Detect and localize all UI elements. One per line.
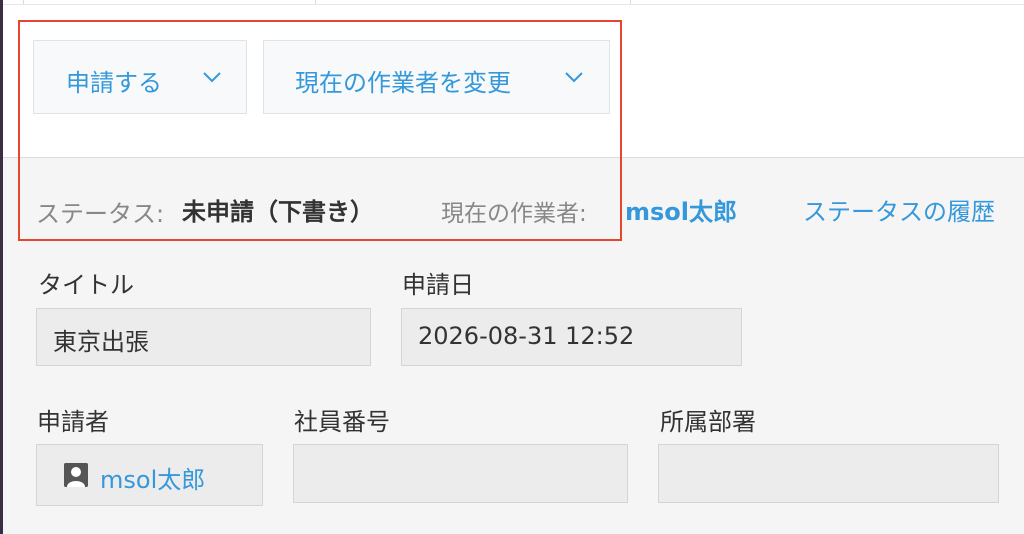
application-date-label: 申請日 — [402, 271, 474, 299]
applicant-field: msol太郎 — [36, 444, 263, 506]
top-divider — [3, 0, 1024, 5]
status-history-link[interactable]: ステータスの履歴 — [803, 192, 995, 227]
chevron-down-icon — [565, 72, 583, 83]
change-worker-button-label: 現在の作業者を変更 — [295, 69, 511, 97]
department-field — [658, 444, 999, 503]
title-label: タイトル — [38, 271, 134, 299]
divider-tick — [23, 0, 24, 4]
department-label: 所属部署 — [660, 408, 756, 436]
employee-number-field — [293, 444, 628, 503]
user-icon — [64, 463, 88, 487]
status-label: ステータス: — [36, 200, 165, 228]
title-value: 東京出張 — [53, 328, 149, 356]
status-value: 未申請（下書き） — [182, 198, 374, 226]
current-worker-link[interactable]: msol太郎 — [625, 192, 737, 227]
application-date-field: 2026-08-31 12:52 — [401, 308, 742, 366]
application-date-value: 2026-08-31 12:52 — [418, 322, 635, 350]
apply-button-label: 申請する — [66, 69, 162, 97]
employee-number-label: 社員番号 — [294, 408, 390, 436]
title-field: 東京出張 — [36, 308, 371, 366]
chevron-down-icon — [203, 72, 221, 83]
divider-tick — [315, 0, 316, 4]
current-worker-label: 現在の作業者: — [441, 201, 587, 227]
applicant-user-link[interactable]: msol太郎 — [100, 460, 205, 495]
applicant-label: 申請者 — [37, 408, 109, 436]
divider-tick — [630, 0, 631, 4]
change-worker-button[interactable]: 現在の作業者を変更 — [263, 40, 610, 114]
apply-button[interactable]: 申請する — [33, 40, 247, 114]
